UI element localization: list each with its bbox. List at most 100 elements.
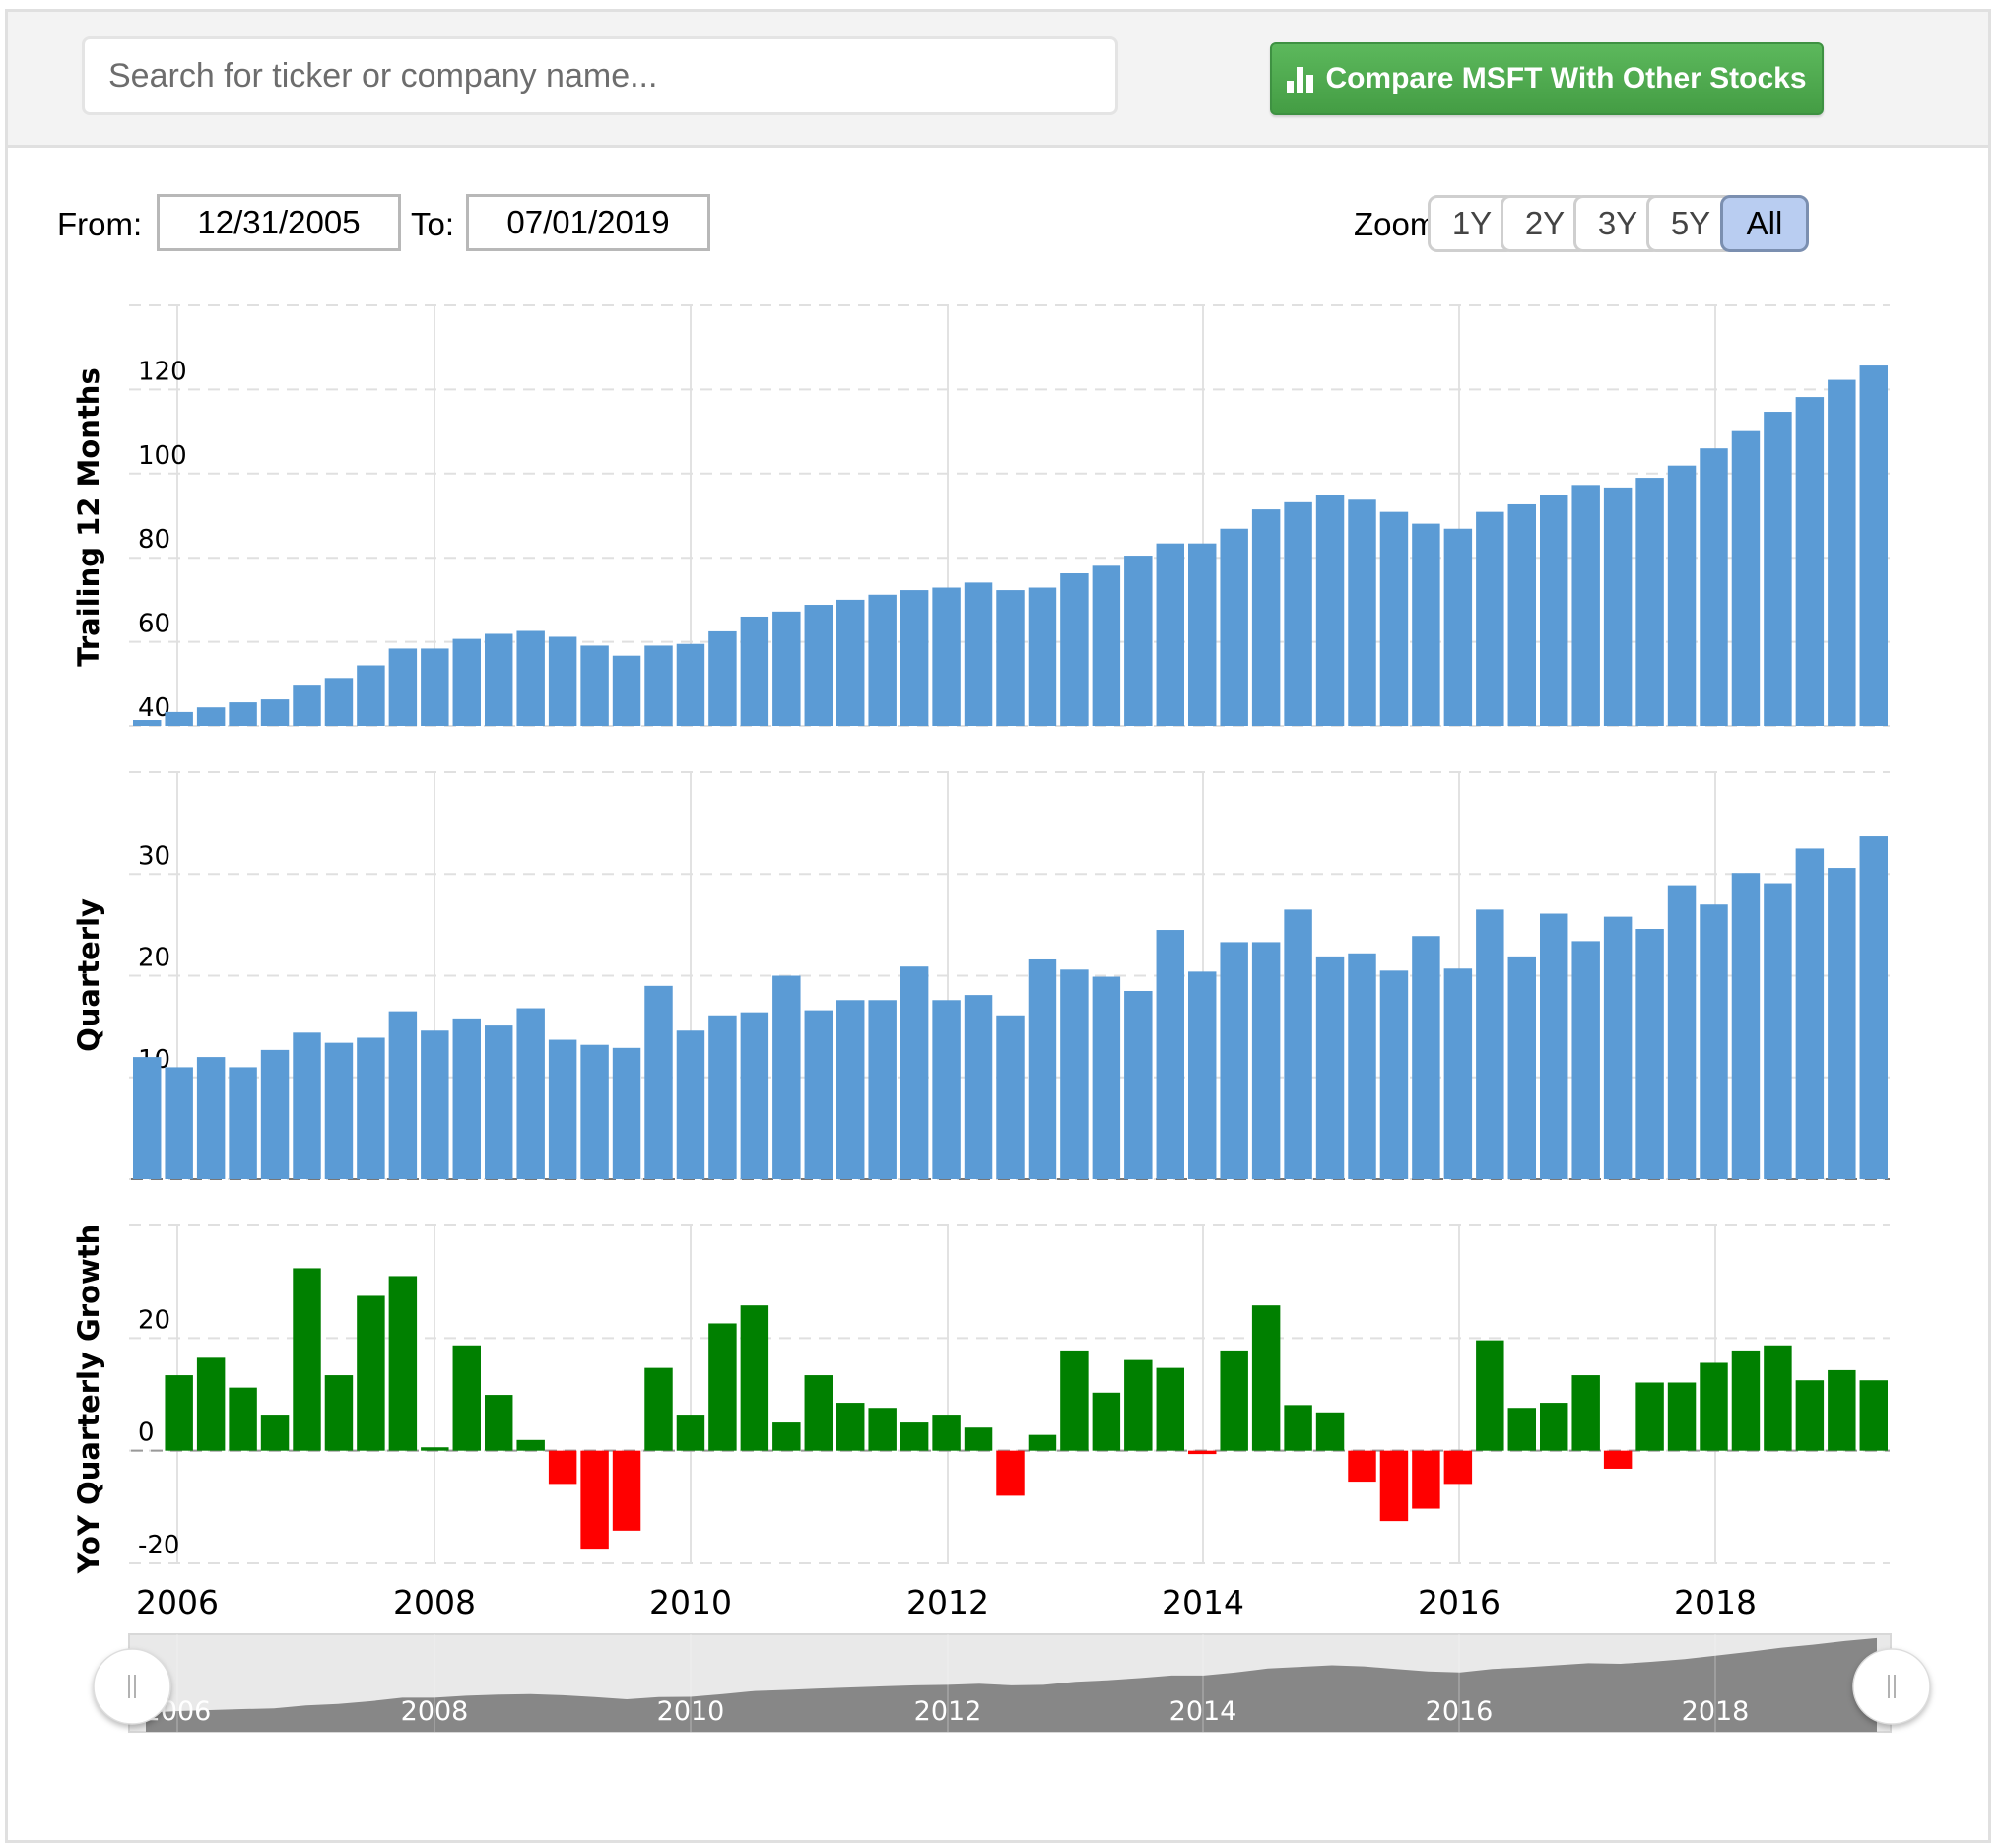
bar-ttm[interactable]	[1124, 556, 1153, 726]
bar-yoy[interactable]	[1220, 1350, 1248, 1451]
bar-quarterly[interactable]	[1764, 883, 1792, 1179]
bar-quarterly[interactable]	[676, 1030, 705, 1179]
bar-ttm[interactable]	[1028, 587, 1057, 726]
bar-ttm[interactable]	[1315, 495, 1345, 726]
bar-ttm[interactable]	[1156, 543, 1184, 726]
bar-quarterly[interactable]	[229, 1067, 257, 1179]
bar-yoy[interactable]	[1700, 1362, 1728, 1451]
bar-quarterly[interactable]	[1124, 990, 1153, 1179]
bar-quarterly[interactable]	[516, 1008, 545, 1179]
bar-yoy[interactable]	[1315, 1412, 1345, 1451]
bar-yoy[interactable]	[1507, 1408, 1536, 1451]
bar-ttm[interactable]	[1348, 499, 1376, 726]
bar-quarterly[interactable]	[580, 1044, 609, 1179]
bar-quarterly[interactable]	[1795, 848, 1825, 1179]
bar-quarterly[interactable]	[1284, 909, 1312, 1179]
bar-ttm[interactable]	[1828, 379, 1856, 726]
bar-ttm[interactable]	[421, 648, 449, 726]
bar-ttm[interactable]	[1667, 465, 1697, 726]
bar-quarterly[interactable]	[1348, 953, 1376, 1179]
bar-ttm[interactable]	[1603, 487, 1633, 726]
bar-quarterly[interactable]	[900, 966, 929, 1179]
bar-ttm[interactable]	[229, 702, 257, 726]
bar-ttm[interactable]	[1859, 365, 1888, 726]
bar-ttm[interactable]	[133, 720, 162, 726]
bar-yoy[interactable]	[772, 1422, 801, 1451]
bar-yoy[interactable]	[1284, 1405, 1312, 1451]
bar-yoy[interactable]	[1764, 1345, 1792, 1451]
bar-ttm[interactable]	[708, 630, 737, 726]
bar-ttm[interactable]	[804, 605, 833, 726]
bar-ttm[interactable]	[1060, 572, 1089, 726]
bar-yoy[interactable]	[1443, 1450, 1473, 1485]
bar-yoy[interactable]	[1476, 1340, 1504, 1451]
bar-yoy[interactable]	[580, 1450, 609, 1550]
bar-yoy[interactable]	[1348, 1450, 1376, 1483]
bar-quarterly[interactable]	[548, 1039, 577, 1179]
bar-yoy[interactable]	[1828, 1369, 1856, 1451]
bar-quarterly[interactable]	[1028, 958, 1057, 1179]
bar-ttm[interactable]	[932, 587, 961, 726]
bar-ttm[interactable]	[1540, 495, 1568, 726]
bar-ttm[interactable]	[1412, 523, 1440, 726]
bar-yoy[interactable]	[1092, 1392, 1121, 1451]
bar-quarterly[interactable]	[357, 1037, 385, 1179]
bar-ttm[interactable]	[1379, 511, 1409, 726]
bar-quarterly[interactable]	[293, 1032, 321, 1179]
bar-quarterly[interactable]	[1667, 885, 1697, 1179]
bar-quarterly[interactable]	[196, 1057, 226, 1179]
bar-ttm[interactable]	[900, 590, 929, 726]
bar-ttm[interactable]	[1731, 430, 1761, 726]
bar-quarterly[interactable]	[836, 1000, 865, 1179]
bar-quarterly[interactable]	[644, 985, 673, 1179]
bar-ttm[interactable]	[964, 582, 993, 726]
bar-quarterly[interactable]	[1379, 970, 1409, 1179]
bar-quarterly[interactable]	[1476, 909, 1504, 1179]
bar-ttm[interactable]	[357, 665, 385, 726]
bar-ttm[interactable]	[1571, 485, 1600, 726]
bar-quarterly[interactable]	[1700, 904, 1728, 1179]
bar-quarterly[interactable]	[740, 1012, 769, 1179]
bar-quarterly[interactable]	[1188, 971, 1217, 1179]
bar-yoy[interactable]	[804, 1375, 833, 1451]
bar-quarterly[interactable]	[868, 1000, 897, 1179]
bar-ttm[interactable]	[644, 645, 673, 726]
bar-quarterly[interactable]	[165, 1067, 193, 1179]
navigator-left-handle[interactable]	[93, 1648, 171, 1725]
bar-yoy[interactable]	[1635, 1382, 1664, 1451]
bar-quarterly[interactable]	[485, 1025, 513, 1179]
bar-ttm[interactable]	[612, 655, 641, 726]
bar-yoy[interactable]	[516, 1439, 545, 1451]
bar-quarterly[interactable]	[1859, 836, 1888, 1179]
bar-quarterly[interactable]	[1251, 942, 1281, 1179]
bar-quarterly[interactable]	[1507, 956, 1536, 1179]
bar-quarterly[interactable]	[708, 1015, 737, 1179]
navigator[interactable]: 2006 2008 2010 2012 2014 2016 2018	[93, 1633, 1931, 1733]
bar-yoy[interactable]	[1188, 1450, 1217, 1455]
bar-ttm[interactable]	[1284, 501, 1312, 726]
bar-yoy[interactable]	[548, 1450, 577, 1485]
bar-ttm[interactable]	[260, 699, 290, 726]
bar-quarterly[interactable]	[1571, 941, 1600, 1179]
bar-yoy[interactable]	[165, 1375, 193, 1451]
bar-quarterly[interactable]	[1156, 930, 1184, 1179]
bar-yoy[interactable]	[1060, 1350, 1089, 1451]
bar-quarterly[interactable]	[1540, 913, 1568, 1179]
bar-quarterly[interactable]	[996, 1015, 1025, 1179]
bar-ttm[interactable]	[1251, 509, 1281, 726]
bar-yoy[interactable]	[868, 1408, 897, 1451]
bar-yoy[interactable]	[485, 1395, 513, 1451]
bar-yoy[interactable]	[357, 1295, 385, 1451]
bar-ttm[interactable]	[196, 707, 226, 726]
bar-quarterly[interactable]	[260, 1049, 290, 1179]
bar-yoy[interactable]	[196, 1357, 226, 1451]
bar-yoy[interactable]	[676, 1415, 705, 1451]
bar-yoy[interactable]	[324, 1375, 354, 1451]
bar-ttm[interactable]	[1092, 565, 1121, 726]
bar-quarterly[interactable]	[452, 1018, 481, 1179]
bar-quarterly[interactable]	[964, 995, 993, 1179]
bar-quarterly[interactable]	[1828, 868, 1856, 1179]
bar-ttm[interactable]	[580, 645, 609, 726]
bar-yoy[interactable]	[1540, 1403, 1568, 1451]
bar-ttm[interactable]	[452, 638, 481, 726]
